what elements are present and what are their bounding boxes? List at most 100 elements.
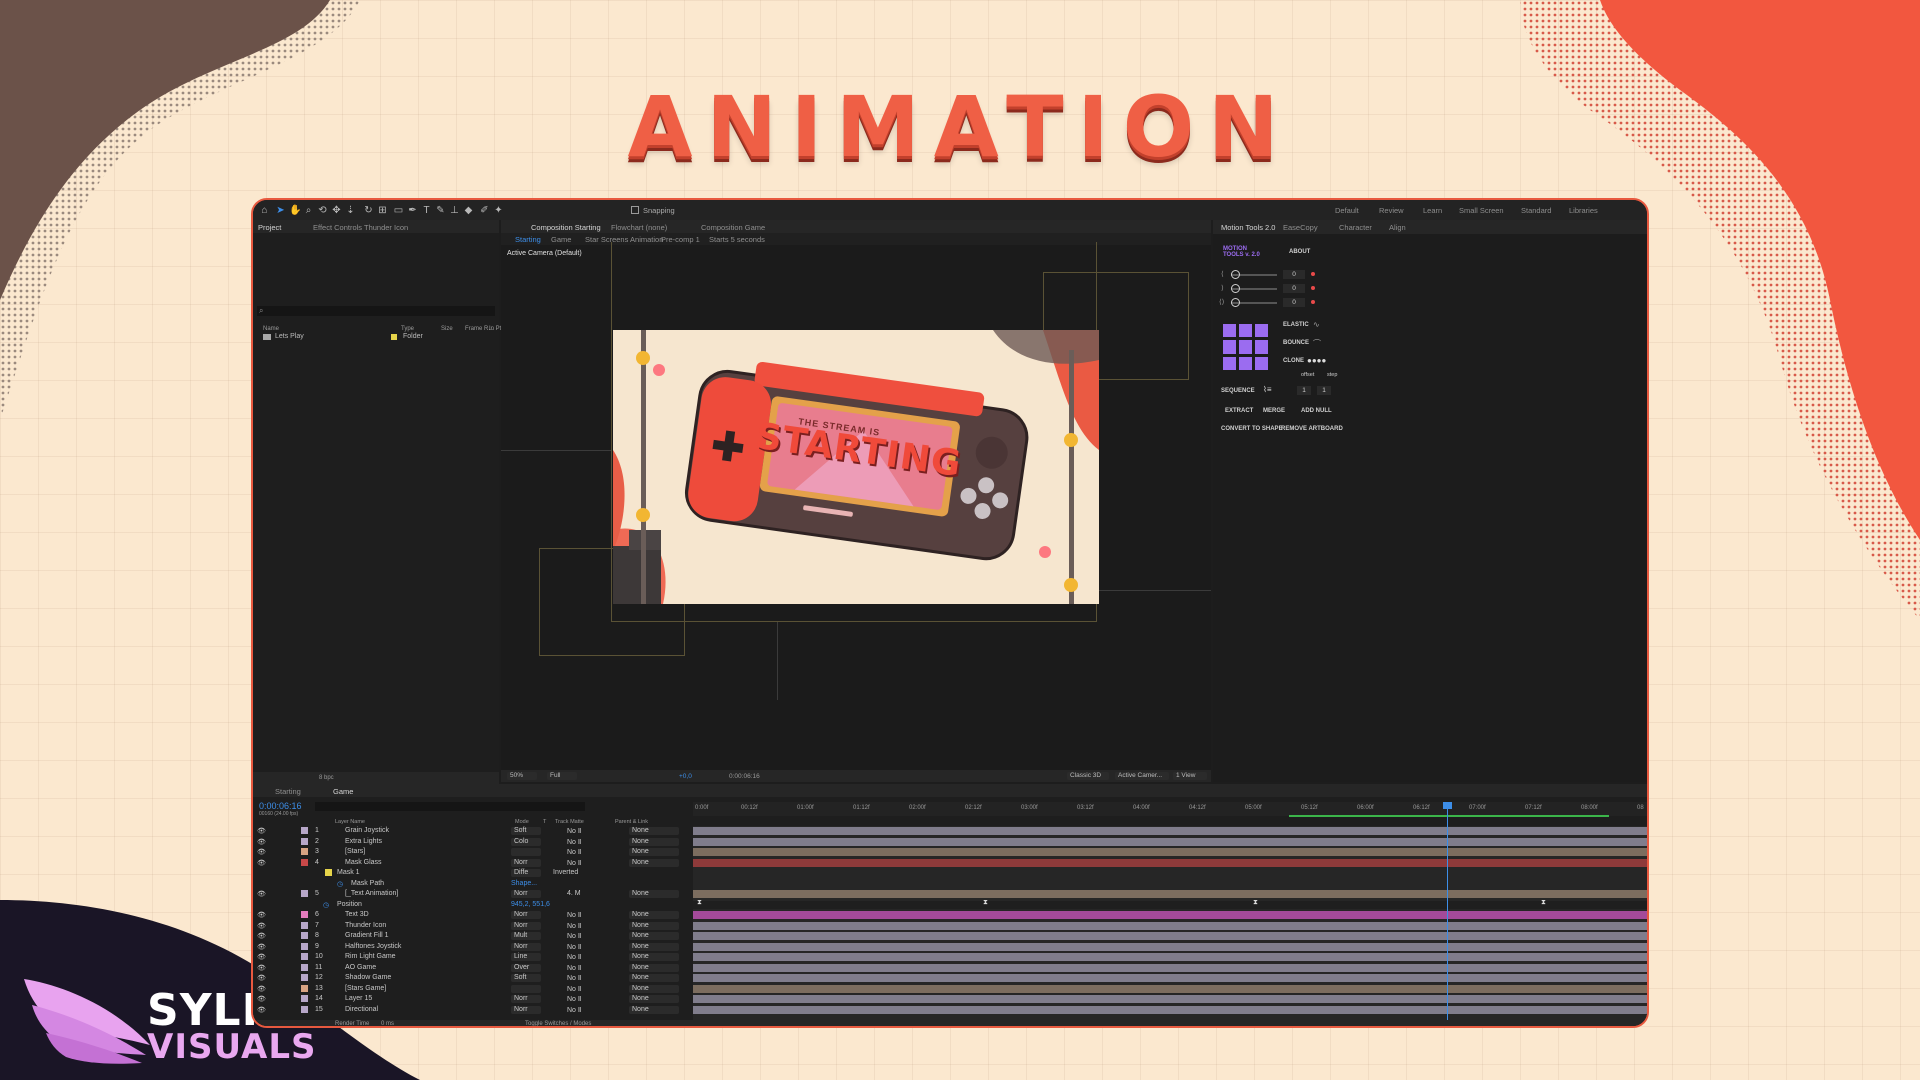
keyframe-track[interactable]	[693, 900, 1647, 909]
inverted-checkbox[interactable]: Inverted	[553, 869, 578, 876]
label-swatch[interactable]	[301, 890, 308, 897]
col-in-point[interactable]: In Pt	[489, 326, 501, 332]
layer-name[interactable]: [Stars Game]	[345, 985, 386, 992]
about-button[interactable]: ABOUT	[1289, 249, 1310, 255]
sequence-button[interactable]: SEQUENCE	[1221, 388, 1255, 394]
track-matte[interactable]: No Ⅱ	[567, 827, 581, 835]
label-swatch[interactable]	[301, 848, 308, 855]
label-swatch[interactable]	[301, 837, 308, 845]
col-layer-name[interactable]: Layer Name	[335, 819, 365, 825]
mode-dropdown[interactable]: Norr	[511, 995, 541, 1003]
crumb-game[interactable]: Game	[551, 235, 571, 244]
table-row[interactable]: 👁 13 [Stars Game] No Ⅱ None	[253, 984, 693, 995]
work-area-bar[interactable]	[1289, 815, 1609, 817]
mode-dropdown[interactable]	[511, 848, 541, 856]
merge-button[interactable]: MERGE	[1263, 408, 1285, 414]
mode-dropdown[interactable]: Mult	[511, 932, 541, 940]
table-row[interactable]: 👁 7 Thunder Icon Norr No Ⅱ None	[253, 921, 693, 932]
table-row[interactable]: Mask 1 Diffe Inverted	[253, 868, 693, 879]
tab-easecopy[interactable]: EaseCopy	[1283, 223, 1318, 232]
label-swatch[interactable]	[301, 858, 308, 866]
puppet-tool-icon[interactable]: ✦	[493, 205, 504, 216]
ease-both-value[interactable]: 0	[1283, 298, 1305, 307]
tab-composition-game[interactable]: Composition Game	[701, 223, 765, 232]
mode-dropdown[interactable]: Soft	[511, 974, 541, 982]
layer-name[interactable]: Gradient Fill 1	[345, 932, 389, 939]
layer-bar[interactable]	[693, 995, 1647, 1003]
label-swatch[interactable]	[301, 921, 308, 929]
layer-name[interactable]: Rim Light Game	[345, 953, 396, 960]
layer-bar[interactable]	[693, 858, 1647, 867]
layer-name[interactable]: Extra Lights	[345, 838, 382, 845]
list-item[interactable]: Lets Play Folder	[257, 333, 497, 343]
layer-name[interactable]: AO Game	[345, 964, 376, 971]
layer-name[interactable]: [_Text Animation]	[345, 890, 398, 897]
tab-timeline-game[interactable]: Game	[333, 787, 353, 796]
bounce-button[interactable]: BOUNCE	[1283, 340, 1309, 346]
col-type[interactable]: Type	[401, 326, 414, 332]
table-row[interactable]: ◷ Mask Path Shape...	[253, 879, 693, 890]
clone-stamp-icon[interactable]: ⊥	[449, 205, 460, 216]
clone-button[interactable]: CLONE	[1283, 358, 1304, 364]
table-row[interactable]: 👁 9 Halftones Joystick Norr No Ⅱ None	[253, 942, 693, 953]
viewer-timecode[interactable]: 0:00:06:16	[729, 773, 760, 780]
mode-dropdown[interactable]: Line	[511, 953, 541, 961]
mode-dropdown[interactable]	[511, 984, 541, 993]
keyframe-dot[interactable]	[1311, 300, 1315, 304]
stopwatch-icon[interactable]: ◷	[323, 901, 329, 909]
parent-dropdown[interactable]: None	[629, 995, 679, 1003]
roto-brush-icon[interactable]: ✐	[479, 205, 490, 216]
table-row[interactable]: 👁 12 Shadow Game Soft No Ⅱ None	[253, 973, 693, 984]
parent-dropdown[interactable]: None	[629, 942, 679, 951]
eye-icon[interactable]: 👁	[257, 964, 266, 972]
track-matte[interactable]: No Ⅱ	[567, 1006, 581, 1014]
workspace-small-screen[interactable]: Small Screen	[1459, 206, 1504, 215]
eye-icon[interactable]: 👁	[257, 953, 266, 961]
mode-dropdown[interactable]: Soft	[511, 827, 541, 835]
mode-dropdown[interactable]: Norr	[511, 921, 541, 930]
label-swatch[interactable]	[301, 995, 308, 1002]
keyframe-icon[interactable]: ⧗	[1541, 899, 1546, 907]
track-matte[interactable]: No Ⅱ	[567, 995, 581, 1003]
eye-icon[interactable]: 👁	[257, 859, 266, 867]
track-matte[interactable]: No Ⅱ	[567, 922, 581, 930]
shape-tool-icon[interactable]: ▭	[393, 205, 404, 216]
property-value[interactable]: 945,2, 551,6	[511, 901, 550, 908]
label-swatch[interactable]	[301, 932, 308, 939]
parent-dropdown[interactable]: None	[629, 984, 679, 993]
layer-name[interactable]: [Stars]	[345, 848, 365, 855]
anchor-tool-icon[interactable]: ⊞	[377, 205, 388, 216]
layer-bar[interactable]	[693, 974, 1647, 982]
layer-name[interactable]: Position	[337, 901, 362, 908]
rotate-tool-icon[interactable]: ↻	[363, 205, 374, 216]
eye-icon[interactable]: 👁	[257, 932, 266, 940]
layer-bar[interactable]	[693, 921, 1647, 930]
table-row[interactable]: 👁 15 Directional Norr No Ⅱ None	[253, 1005, 693, 1016]
table-row[interactable]: 👁 4 Mask Glass Norr No Ⅱ None	[253, 858, 693, 869]
hand-tool-icon[interactable]: ✋	[289, 205, 301, 216]
track-matte[interactable]: No Ⅱ	[567, 932, 581, 940]
tab-flowchart[interactable]: Flowchart (none)	[611, 223, 667, 232]
renderer-dropdown[interactable]: Classic 3D	[1067, 772, 1109, 780]
track-matte[interactable]: No Ⅱ	[567, 953, 581, 961]
layer-name[interactable]: Mask Path	[351, 880, 384, 887]
workspace-libraries[interactable]: Libraries	[1569, 206, 1598, 215]
layer-name[interactable]: Shadow Game	[345, 974, 391, 981]
col-track-matte[interactable]: Track Matte	[555, 819, 584, 825]
parent-dropdown[interactable]: None	[629, 953, 679, 961]
dolly-tool-icon[interactable]: ⇣	[345, 205, 356, 216]
label-swatch[interactable]	[301, 911, 308, 918]
track-matte[interactable]: 4. M	[567, 890, 581, 897]
views-dropdown[interactable]: 1 View	[1173, 772, 1207, 780]
label-swatch[interactable]	[301, 963, 308, 971]
eye-icon[interactable]: 👁	[257, 911, 266, 919]
track-matte[interactable]: No Ⅱ	[567, 838, 581, 846]
exposure-value[interactable]: +0,0	[679, 773, 692, 780]
keyframe-dot[interactable]	[1311, 272, 1315, 276]
layer-name[interactable]: Directional	[345, 1006, 378, 1013]
table-row[interactable]: 👁 3 [Stars] No Ⅱ None	[253, 847, 693, 858]
col-parent[interactable]: Parent & Link	[615, 819, 648, 825]
camera-dropdown[interactable]: Active Camer...	[1115, 772, 1169, 780]
home-icon[interactable]: ⌂	[259, 205, 270, 216]
eye-icon[interactable]: 👁	[257, 922, 266, 930]
